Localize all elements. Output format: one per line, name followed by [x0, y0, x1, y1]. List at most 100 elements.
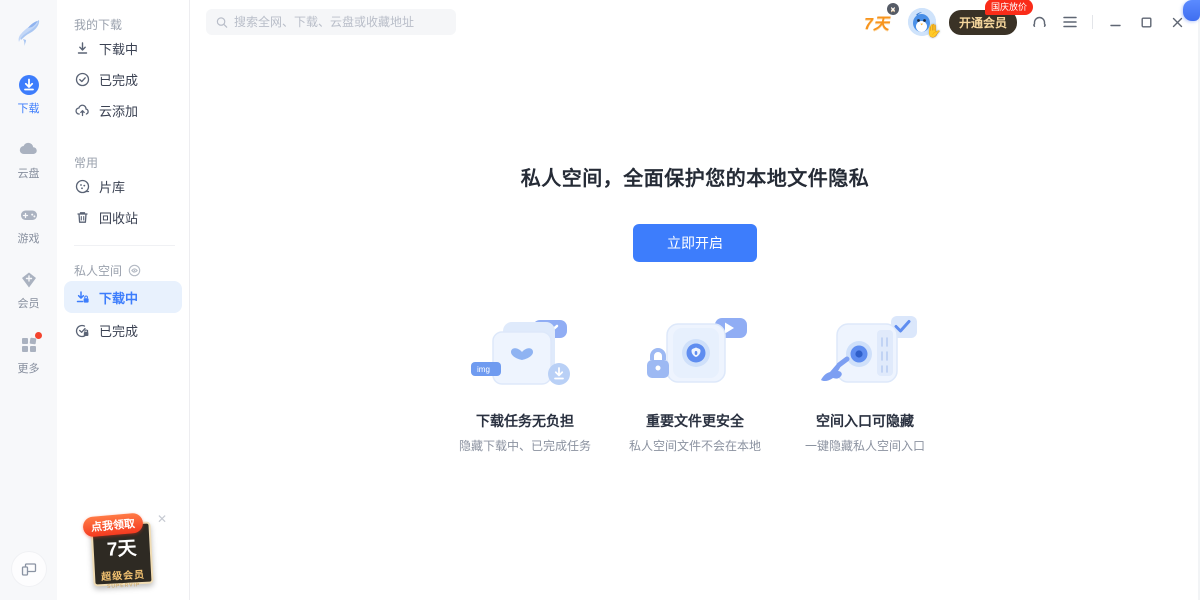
promo-close-icon[interactable]: ✕: [157, 513, 167, 525]
trash-icon: [74, 210, 90, 226]
feature-file-safety: 重要文件更安全 私人空间文件不会在本地: [610, 310, 780, 454]
search-icon: [216, 16, 228, 29]
notification-dot: [35, 332, 42, 339]
gamepad-icon: [18, 204, 40, 226]
hamburger-icon: [1062, 15, 1078, 29]
promo-vip-en-label: SUPERVIP: [107, 582, 140, 590]
cloud-icon: [18, 139, 40, 161]
open-vip-button[interactable]: 国庆放价 开通会员: [949, 10, 1017, 35]
feature-list: img 下载任务无负担 隐藏下载中、已完成任务: [190, 310, 1200, 454]
xunlei-logo-icon: [9, 12, 49, 52]
rail-item-download[interactable]: 下载: [4, 74, 54, 116]
sidebar-item-label: 下载中: [99, 288, 138, 307]
rail-label: 更多: [18, 360, 40, 376]
floating-edge-widget[interactable]: [1183, 0, 1200, 21]
film-reel-icon: [74, 179, 90, 195]
feature-subtitle: 私人空间文件不会在本地: [610, 437, 780, 454]
sidebar-item-film-library[interactable]: 片库: [57, 171, 189, 202]
feature-subtitle: 一键隐藏私人空间入口: [780, 437, 950, 454]
enable-now-button[interactable]: 立即开启: [633, 224, 757, 262]
rail-item-membership[interactable]: 会员: [4, 269, 54, 311]
sidebar-item-downloading[interactable]: 下载中: [57, 33, 189, 64]
feature-title: 下载任务无负担: [440, 411, 610, 431]
section-header-private-space: 私人空间: [57, 261, 189, 279]
close-icon: [1171, 16, 1184, 29]
check-circle-icon: [74, 72, 90, 88]
vault-illustration: [780, 310, 950, 398]
feature-title: 空间入口可隐藏: [780, 411, 950, 431]
sidebar-item-label: 片库: [99, 177, 125, 196]
sidebar-item-private-downloading[interactable]: 下载中: [64, 281, 182, 313]
sidebar-item-label: 云添加: [99, 101, 138, 120]
search-box[interactable]: [206, 9, 456, 35]
sidebar-item-completed[interactable]: 已完成: [57, 64, 189, 95]
user-avatar[interactable]: ✋: [908, 8, 936, 36]
vip-promo-banner[interactable]: ✕ 点我领取 7天 超级会员 SUPERVIP: [83, 517, 161, 585]
sidebar-item-private-completed[interactable]: 已完成: [57, 315, 189, 346]
feature-subtitle: 隐藏下载中、已完成任务: [440, 437, 610, 454]
section-header-my-downloads: 我的下载: [57, 15, 189, 33]
download-circle-icon: [18, 74, 40, 96]
app-window: 下载 云盘 游戏 会员: [0, 0, 1200, 600]
phone-monitor-icon: [20, 560, 38, 578]
sidebar-item-label: 已完成: [99, 70, 138, 89]
section-header-label: 常用: [74, 154, 98, 171]
sidebar-item-recycle-bin[interactable]: 回收站: [57, 202, 189, 233]
headset-icon: [1031, 14, 1048, 31]
rail-item-cloud-drive[interactable]: 云盘: [4, 139, 54, 181]
hand-cursor-icon: ✋: [926, 23, 942, 39]
main-area: 7天 × ✋ 国庆放价: [190, 0, 1200, 600]
sidebar-item-label: 下载中: [99, 39, 138, 58]
trial-badge-label: 7天: [864, 16, 889, 33]
topbar: 7天 × ✋ 国庆放价: [190, 0, 1200, 44]
sidebar-item-label: 已完成: [99, 321, 138, 340]
trial-close-icon[interactable]: ×: [887, 3, 899, 15]
vip-promo-badge: 国庆放价: [985, 0, 1033, 15]
maximize-icon: [1140, 16, 1153, 29]
device-transfer-button[interactable]: [12, 552, 46, 586]
topbar-right: 7天 × ✋ 国庆放价: [864, 8, 1186, 36]
promo-days: 7天: [106, 533, 137, 562]
open-vip-label: 开通会员: [959, 16, 1007, 30]
rail-nav: 下载 云盘 游戏 会员: [4, 74, 54, 376]
section-header-label: 我的下载: [74, 16, 122, 33]
minimize-icon: [1109, 16, 1122, 29]
rail-label: 会员: [18, 295, 40, 311]
promo-vip-label: 超级会员: [101, 566, 146, 583]
minimize-button[interactable]: [1106, 13, 1124, 31]
left-rail: 下载 云盘 游戏 会员: [0, 0, 57, 600]
sidebar-item-cloud-add[interactable]: 云添加: [57, 95, 189, 126]
search-input[interactable]: [234, 15, 446, 29]
download-icon: [74, 41, 90, 57]
sidebar-divider: [74, 245, 175, 246]
grid-more-icon: [18, 334, 40, 356]
feature-title: 重要文件更安全: [610, 411, 780, 431]
rail-label: 云盘: [18, 165, 40, 181]
check-lock-icon: [74, 323, 90, 339]
sidebar-item-label: 回收站: [99, 208, 138, 227]
private-space-hero: 私人空间，全面保护您的本地文件隐私 立即开启: [190, 162, 1200, 262]
feature-download-tasks: img 下载任务无负担 隐藏下载中、已完成任务: [440, 310, 610, 454]
maximize-button[interactable]: [1137, 13, 1155, 31]
customer-service-button[interactable]: [1030, 13, 1048, 31]
download-lock-icon: [74, 289, 90, 305]
sidebar: 我的下载 下载中 已完成 云添加 常用 片库: [57, 0, 190, 600]
promo-divider: [103, 563, 143, 565]
visibility-eye-icon[interactable]: [128, 264, 141, 277]
main-menu-button[interactable]: [1061, 13, 1079, 31]
folders-illustration: img: [440, 310, 610, 398]
trial-badge[interactable]: 7天 ×: [864, 10, 895, 34]
safe-cube-illustration: [610, 310, 780, 398]
section-header-common: 常用: [57, 153, 189, 171]
rail-item-games[interactable]: 游戏: [4, 204, 54, 246]
page-title: 私人空间，全面保护您的本地文件隐私: [190, 162, 1200, 191]
topbar-separator: [1092, 15, 1093, 29]
img-tag-text: img: [477, 365, 490, 374]
cloud-upload-icon: [74, 103, 90, 119]
rail-label: 下载: [18, 100, 40, 116]
section-header-label: 私人空间: [74, 262, 122, 279]
gem-icon: [18, 269, 40, 291]
rail-item-more[interactable]: 更多: [4, 334, 54, 376]
feature-hidden-entry: 空间入口可隐藏 一键隐藏私人空间入口: [780, 310, 950, 454]
rail-label: 游戏: [18, 230, 40, 246]
